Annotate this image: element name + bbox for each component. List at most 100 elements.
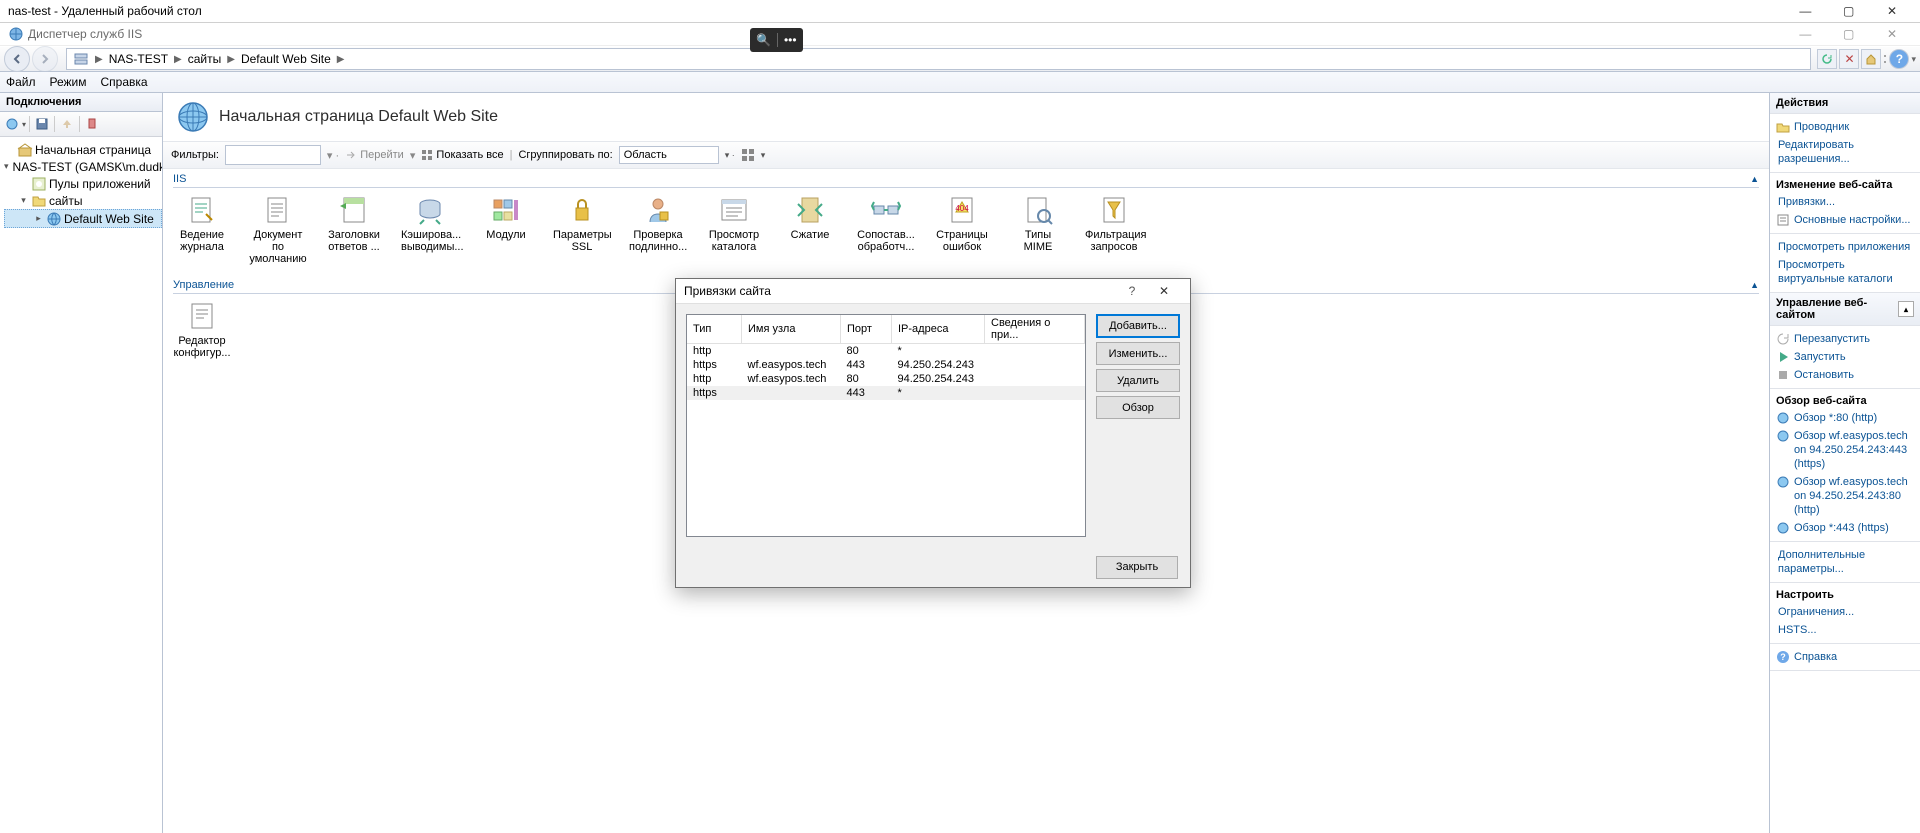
action-view-vdirs[interactable]: Просмотреть виртуальные каталоги	[1776, 256, 1914, 288]
action-browse-80-host[interactable]: Обзор wf.easypos.tech on 94.250.254.243:…	[1776, 473, 1914, 519]
tree-app-pools[interactable]: Пулы приложений	[4, 175, 162, 192]
tree-start-page[interactable]: Начальная страница	[4, 141, 162, 158]
feature-mime[interactable]: Типы MIME	[1009, 194, 1067, 265]
group-by-select[interactable]: Область	[619, 146, 719, 164]
iis-close-button[interactable]: ✕	[1872, 27, 1912, 41]
action-browse-80[interactable]: Обзор *:80 (http)	[1776, 409, 1914, 427]
feature-dir-browse[interactable]: Просмотр каталога	[705, 194, 763, 265]
col-port[interactable]: Порт	[841, 315, 892, 344]
col-ip[interactable]: IP-адреса	[892, 315, 985, 344]
breadcrumb[interactable]: ▶ NAS-TEST ▶ сайты ▶ Default Web Site ▶	[66, 48, 1811, 70]
iis-icon	[8, 26, 24, 42]
collapse-icon[interactable]: ▾	[18, 195, 29, 206]
action-basic-settings[interactable]: Основные настройки...	[1776, 211, 1914, 229]
col-info[interactable]: Сведения о при...	[985, 315, 1085, 344]
connections-panel: Подключения ▾ Начальная страница ▾ NAS-T…	[0, 93, 163, 833]
feature-response-headers[interactable]: Заголовки ответов ...	[325, 194, 383, 265]
connections-tree[interactable]: Начальная страница ▾ NAS-TEST (GAMSK\m.d…	[0, 137, 162, 833]
addr-home-button[interactable]	[1861, 49, 1881, 69]
col-host[interactable]: Имя узла	[742, 315, 841, 344]
go-button[interactable]: Перейти	[345, 149, 404, 161]
section-manage-site[interactable]: Управление веб-сайтом▴	[1770, 293, 1920, 326]
play-icon	[1776, 350, 1790, 364]
delete-button[interactable]: Удалить	[1096, 369, 1180, 392]
edit-button[interactable]: Изменить...	[1096, 342, 1180, 365]
feature-error-pages[interactable]: 404Страницы ошибок	[933, 194, 991, 265]
chevron-up-icon: ▲	[1750, 174, 1759, 184]
browse-icon	[1776, 475, 1790, 489]
breadcrumb-host[interactable]: NAS-TEST	[109, 52, 168, 66]
iis-minimize-button[interactable]: —	[1785, 27, 1825, 41]
close-dialog-button[interactable]: Закрыть	[1096, 556, 1178, 579]
addr-help-button[interactable]: ?	[1889, 49, 1909, 69]
close-button[interactable]: ✕	[1146, 284, 1182, 298]
help-button[interactable]: ?	[1118, 284, 1146, 298]
view-icons-button[interactable]	[741, 148, 755, 162]
feature-filtering[interactable]: Фильтрация запросов	[1085, 194, 1143, 265]
filter-input[interactable]	[225, 145, 321, 165]
chevron-up-icon: ▲	[1750, 280, 1759, 290]
add-button[interactable]: Добавить...	[1096, 314, 1180, 338]
tree-sites[interactable]: ▾ сайты	[4, 192, 162, 209]
rdp-toolbar[interactable]: 🔍 •••	[750, 28, 803, 52]
page-header: Начальная страница Default Web Site	[163, 93, 1769, 142]
stop-icon	[1776, 368, 1790, 382]
connect-icon[interactable]	[3, 115, 21, 133]
breadcrumb-site[interactable]: Default Web Site	[241, 52, 331, 66]
action-hsts[interactable]: HSTS...	[1776, 621, 1914, 639]
iis-title-text: Диспетчер служб IIS	[8, 26, 1785, 42]
menu-file[interactable]: Файл	[6, 75, 36, 89]
addr-stop-button[interactable]: ✕	[1839, 49, 1859, 69]
show-all-button[interactable]: Показать все	[421, 149, 503, 161]
breadcrumb-sites[interactable]: сайты	[188, 52, 222, 66]
menu-mode[interactable]: Режим	[50, 75, 87, 89]
expand-icon[interactable]: ▸	[33, 213, 44, 224]
minimize-button[interactable]: —	[1785, 4, 1825, 18]
close-button[interactable]: ✕	[1872, 4, 1912, 18]
arrow-right-icon	[39, 53, 51, 65]
table-row[interactable]: httpwf.easypos.tech8094.250.254.243	[687, 372, 1085, 386]
save-icon[interactable]	[33, 115, 51, 133]
action-limits[interactable]: Ограничения...	[1776, 603, 1914, 621]
up-icon[interactable]	[58, 115, 76, 133]
feature-default-doc[interactable]: Документ по умолчанию	[249, 194, 307, 265]
back-button[interactable]	[4, 46, 30, 72]
tree-server[interactable]: ▾ NAS-TEST (GAMSK\m.dudko)	[4, 158, 162, 175]
bindings-table[interactable]: Тип Имя узла Порт IP-адреса Сведения о п…	[686, 314, 1086, 537]
action-explorer[interactable]: Проводник	[1776, 118, 1914, 136]
feature-logging[interactable]: Ведение журнала	[173, 194, 231, 265]
action-help[interactable]: ?Справка	[1776, 648, 1914, 666]
col-type[interactable]: Тип	[687, 315, 742, 344]
feature-auth[interactable]: Проверка подлинно...	[629, 194, 687, 265]
table-row[interactable]: httpswf.easypos.tech44394.250.254.243	[687, 358, 1085, 372]
feature-ssl[interactable]: Параметры SSL	[553, 194, 611, 265]
tree-default-site[interactable]: ▸ Default Web Site	[4, 209, 162, 228]
restart-icon	[1776, 332, 1790, 346]
action-view-apps[interactable]: Просмотреть приложения	[1776, 238, 1914, 256]
iis-maximize-button[interactable]: ▢	[1829, 27, 1869, 41]
action-advanced[interactable]: Дополнительные параметры...	[1776, 546, 1914, 578]
addr-refresh-button[interactable]	[1817, 49, 1837, 69]
action-browse-443[interactable]: Обзор *:443 (https)	[1776, 519, 1914, 537]
feature-output-cache[interactable]: Кэширова... выводимы...	[401, 194, 459, 265]
browse-button[interactable]: Обзор	[1096, 396, 1180, 419]
feature-config-editor[interactable]: Редактор конфигур...	[173, 300, 231, 359]
more-icon[interactable]: •••	[784, 33, 797, 47]
feature-modules[interactable]: Модули	[477, 194, 535, 265]
zoom-icon[interactable]: 🔍	[756, 33, 771, 47]
maximize-button[interactable]: ▢	[1829, 4, 1869, 18]
forward-button[interactable]	[32, 46, 58, 72]
action-start[interactable]: Запустить	[1776, 348, 1914, 366]
rdp-title: nas-test - Удаленный рабочий стол	[8, 4, 1785, 18]
table-row[interactable]: http80*	[687, 344, 1085, 359]
action-bindings[interactable]: Привязки...	[1776, 193, 1914, 211]
section-browse-site: Обзор веб-сайта	[1776, 393, 1914, 409]
menu-help[interactable]: Справка	[101, 75, 148, 89]
feature-compression[interactable]: Сжатие	[781, 194, 839, 265]
feature-handlers[interactable]: Сопостав... обработч...	[857, 194, 915, 265]
action-browse-443-host[interactable]: Обзор wf.easypos.tech on 94.250.254.243:…	[1776, 427, 1914, 473]
collapse-icon[interactable]: ▾	[4, 161, 9, 172]
delete-icon[interactable]	[83, 115, 101, 133]
table-row[interactable]: https443*	[687, 386, 1085, 400]
action-edit-permissions[interactable]: Редактировать разрешения...	[1776, 136, 1914, 168]
